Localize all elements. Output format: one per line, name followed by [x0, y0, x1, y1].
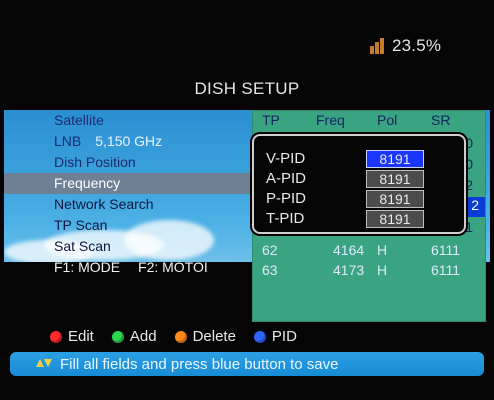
- menu-item-label: Dish Position: [54, 154, 136, 170]
- pid-value-input[interactable]: 8191: [366, 190, 424, 208]
- menu-item-sat-scan[interactable]: Sat Scan: [4, 236, 254, 257]
- pid-label: V-PID: [266, 150, 306, 167]
- pid-value-input[interactable]: 8191: [366, 170, 424, 188]
- menu-item-tp-scan[interactable]: TP Scan: [4, 215, 254, 236]
- tp-polarization: H: [377, 262, 388, 278]
- red-button-icon: [50, 330, 62, 343]
- tp-frequency: 4164: [333, 242, 365, 258]
- pid-value-input[interactable]: 8191: [366, 210, 424, 228]
- pid-row-t[interactable]: T-PID 8191: [266, 210, 454, 228]
- key-label: Add: [129, 328, 157, 345]
- key-pid[interactable]: PID: [253, 328, 297, 345]
- column-header-tp: TP: [262, 112, 280, 128]
- pid-label: A-PID: [266, 170, 307, 187]
- key-label: Edit: [68, 328, 94, 345]
- hint-bar: Fill all fields and press blue button to…: [10, 352, 484, 376]
- column-header-sr: SR: [431, 112, 451, 128]
- menu-item-lnb[interactable]: LNB 5,150 GHz: [4, 131, 254, 152]
- pid-popup: V-PID 8191 A-PID 8191 P-PID 8191 T-PID 8…: [252, 134, 466, 234]
- fkey-f2[interactable]: F2: MOTOI: [138, 259, 208, 275]
- color-key-legend: Edit Add Delete PID: [50, 328, 480, 345]
- key-add[interactable]: Add: [111, 328, 157, 345]
- menu-item-dish-position[interactable]: Dish Position: [4, 152, 254, 173]
- transponder-header: TP Freq Pol SR: [253, 111, 485, 131]
- tp-symbol-rate: 6111: [431, 242, 461, 258]
- blue-button-icon: [253, 330, 266, 343]
- tp-number: 62: [262, 242, 278, 258]
- key-delete[interactable]: Delete: [174, 328, 236, 345]
- pid-row-a[interactable]: A-PID 8191: [266, 170, 454, 188]
- tp-list-edge-value: 2: [465, 177, 473, 193]
- page-title: DISH SETUP: [194, 79, 300, 98]
- pid-value-input[interactable]: 8191: [366, 150, 424, 168]
- key-label: Delete: [192, 328, 236, 345]
- tp-symbol-rate: 6111: [431, 262, 461, 278]
- orange-button-icon: [174, 330, 187, 343]
- pid-row-p[interactable]: P-PID 8191: [266, 190, 454, 208]
- menu-item-label: Sat Scan: [54, 238, 111, 254]
- tp-number: 63: [262, 262, 278, 278]
- signal-icon: [370, 38, 386, 54]
- menu-item-network-search[interactable]: Network Search: [4, 194, 254, 215]
- pid-label: P-PID: [266, 190, 307, 207]
- tp-list-edge-value: 0: [465, 135, 473, 151]
- tp-list-edge-value: 1: [465, 219, 473, 235]
- tp-frequency: 4173: [333, 262, 365, 278]
- fkey-f1[interactable]: F1: MODE: [54, 259, 120, 275]
- pid-row-v[interactable]: V-PID 8191: [266, 150, 454, 168]
- tv-screen: 23.5% DISH SETUP Satellite LNB 5,150 GHz…: [0, 0, 494, 400]
- signal-percentage: 23.5%: [392, 36, 442, 55]
- column-header-pol: Pol: [377, 112, 398, 128]
- key-label: PID: [271, 328, 297, 345]
- dish-setup-menu: Satellite LNB 5,150 GHz Dish Position Fr…: [4, 110, 254, 257]
- lnb-value: 5,150 GHz: [95, 133, 163, 149]
- tp-polarization: H: [377, 242, 388, 258]
- column-header-freq: Freq: [316, 112, 345, 128]
- function-keys: F1: MODE F2: MOTOI: [54, 259, 222, 275]
- tp-row[interactable]: 63 4173 H 6111: [253, 260, 485, 280]
- menu-item-label: Frequency: [54, 175, 121, 191]
- pid-label: T-PID: [266, 210, 305, 227]
- signal-strength: 23.5%: [370, 36, 441, 56]
- menu-item-frequency[interactable]: Frequency: [4, 173, 254, 194]
- menu-item-label: LNB: [54, 133, 82, 149]
- menu-item-satellite[interactable]: Satellite: [4, 110, 254, 131]
- key-edit[interactable]: Edit: [50, 328, 94, 345]
- up-down-arrows-icon: [36, 357, 54, 371]
- green-button-icon: [111, 330, 124, 343]
- menu-item-label: Network Search: [54, 196, 154, 212]
- menu-item-label: TP Scan: [54, 217, 108, 233]
- tp-row[interactable]: 62 4164 H 6111: [253, 240, 485, 260]
- hint-text: Fill all fields and press blue button to…: [60, 355, 339, 373]
- menu-item-label: Satellite: [54, 112, 104, 128]
- tp-list-edge-value: 0: [465, 156, 473, 172]
